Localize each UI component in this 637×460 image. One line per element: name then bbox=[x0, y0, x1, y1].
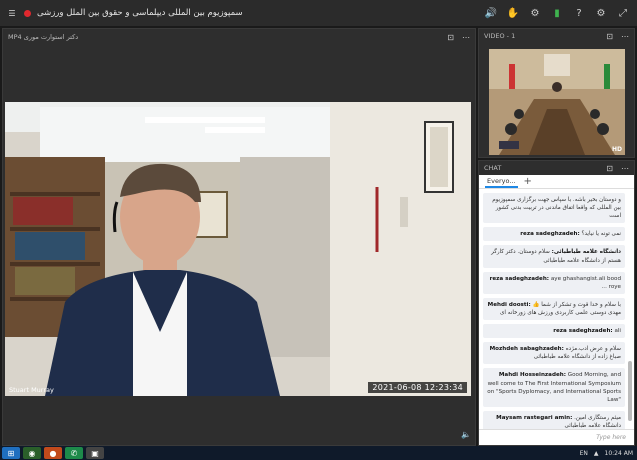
maximize-icon[interactable]: ⊡ bbox=[606, 164, 613, 173]
hand-raise-icon[interactable]: ✋ bbox=[507, 7, 519, 19]
chat-title: CHAT bbox=[484, 164, 502, 172]
more-options-icon[interactable]: ⋯ bbox=[462, 33, 470, 42]
windows-taskbar: ⊞ ◉ ● ✆ ▣ EN ▲ 10:24 AM bbox=[0, 446, 637, 460]
more-options-icon[interactable]: ⋯ bbox=[621, 32, 629, 41]
chat-header: CHAT ⊡ ⋯ bbox=[479, 161, 634, 175]
video-pod-header: VIDEO - 1 ⊡ ⋯ bbox=[479, 29, 634, 43]
conference-room-frame bbox=[489, 49, 625, 155]
tab-everyone[interactable]: Everyo... bbox=[485, 176, 518, 188]
message-sender: Mozhdeh sabaghzadeh: bbox=[489, 346, 564, 353]
presenter-video-frame bbox=[5, 102, 471, 396]
chrome-icon[interactable]: ◉ bbox=[23, 447, 41, 459]
chat-tabs: Everyo... + bbox=[479, 175, 634, 189]
message-text: میثم رستگاری امین. دانشگاه علامه طباطبائ… bbox=[564, 414, 621, 429]
app-icon[interactable]: ▣ bbox=[86, 447, 104, 459]
main-video-title: MP4 دکتر استوارت موری bbox=[8, 33, 79, 41]
message-text: ali bbox=[614, 328, 621, 335]
chat-message: و دوستان بخیر باشه. با سپاس جهت برگزاری … bbox=[483, 193, 625, 224]
message-sender: Maysam rastegari amin: bbox=[496, 414, 573, 421]
main-video-header: MP4 دکتر استوارت موری ⊡ ⋯ bbox=[3, 29, 475, 45]
chat-message: reza sadeghzadeh: aye ghashangist.ali bo… bbox=[483, 271, 625, 294]
menu-icon[interactable]: ☰ bbox=[6, 7, 18, 19]
signal-icon: ▮ bbox=[554, 7, 560, 19]
message-sender: reza sadeghzadeh: bbox=[553, 328, 613, 335]
clock[interactable]: 10:24 AM bbox=[605, 450, 633, 457]
whatsapp-icon[interactable]: ✆ bbox=[65, 447, 83, 459]
video-pod-title: VIDEO - 1 bbox=[484, 32, 516, 40]
chat-message: Mahdi Hosseinzadeh: Good Morning, and we… bbox=[483, 368, 625, 407]
volume-icon[interactable]: 🔈 bbox=[461, 430, 471, 439]
chat-message: Mehdi doosti: با سلام و خدا قوت و تشکر ا… bbox=[483, 297, 625, 321]
message-sender: Mahdi Hosseinzadeh: bbox=[498, 372, 566, 379]
meeting-toolbar: ☰ سمپوزیوم بین المللی دیپلماسی و حقوق بی… bbox=[0, 0, 637, 26]
message-text: نمی تونه یا نیاید؟ bbox=[581, 231, 621, 238]
message-text: aye ghashangist.ali bood ... roye bbox=[550, 275, 621, 290]
language-indicator[interactable]: EN bbox=[580, 450, 588, 457]
chat-scrollbar[interactable] bbox=[628, 361, 632, 421]
chat-message: Maysam rastegari amin: میثم رستگاری امین… bbox=[483, 410, 625, 429]
side-panels: VIDEO - 1 ⊡ ⋯ HD CHAT ⊡ ⋯ Everyo... + و … bbox=[478, 28, 635, 446]
settings-gear-icon[interactable]: ⚙ bbox=[595, 7, 607, 19]
fullscreen-icon[interactable]: ⤢ bbox=[617, 7, 629, 19]
chat-messages: و دوستان بخیر باشه. با سپاس جهت برگزاری … bbox=[479, 191, 629, 429]
message-sender: reza sadeghzadeh: bbox=[489, 275, 550, 282]
maximize-icon[interactable]: ⊡ bbox=[606, 32, 613, 41]
presenter-video: Stuart Murray 2021-06-08 12:23:34 bbox=[5, 102, 471, 396]
video-pod: VIDEO - 1 ⊡ ⋯ HD bbox=[478, 28, 635, 158]
settings-icon[interactable]: ⚙ bbox=[529, 7, 541, 19]
conference-room-video: HD bbox=[489, 49, 625, 155]
add-tab-icon[interactable]: + bbox=[524, 176, 532, 187]
chat-message: دانشگاه علامه طباطبائی: سلام دوستان. دکت… bbox=[483, 245, 625, 268]
hd-badge: HD bbox=[611, 146, 622, 153]
chat-message: reza sadeghzadeh: ali bbox=[483, 324, 625, 339]
firefox-icon[interactable]: ● bbox=[44, 447, 62, 459]
meeting-title: سمپوزیوم بین المللی دیپلماسی و حقوق بین … bbox=[37, 8, 243, 18]
speaker-name: Stuart Murray bbox=[9, 386, 54, 394]
main-video-panel: MP4 دکتر استوارت موری ⊡ ⋯ Stuart Murray … bbox=[2, 28, 476, 446]
message-sender: reza sadeghzadeh: bbox=[520, 231, 580, 238]
chat-message: reza sadeghzadeh: نمی تونه یا نیاید؟ bbox=[483, 227, 625, 242]
record-dot-icon bbox=[24, 9, 31, 17]
network-icon[interactable]: ▲ bbox=[594, 450, 599, 457]
volume-icon[interactable]: 🔊 bbox=[485, 7, 497, 19]
system-tray: EN ▲ 10:24 AM bbox=[580, 450, 637, 457]
video-timestamp: 2021-06-08 12:23:34 bbox=[368, 382, 467, 393]
start-button[interactable]: ⊞ bbox=[2, 447, 20, 459]
help-icon[interactable]: ? bbox=[573, 7, 585, 19]
chat-input[interactable]: Type here bbox=[479, 429, 634, 445]
more-options-icon[interactable]: ⋯ bbox=[621, 164, 629, 173]
chat-input-placeholder: Type here bbox=[596, 434, 626, 441]
message-sender: Mehdi doosti: bbox=[487, 301, 531, 308]
message-text: و دوستان بخیر باشه. با سپاس جهت برگزاری … bbox=[492, 197, 621, 220]
message-sender: دانشگاه علامه طباطبائی: bbox=[551, 249, 621, 256]
chat-message: Mozhdeh sabaghzadeh: سلام و عرض ادب.مژده… bbox=[483, 342, 625, 365]
chat-pod: CHAT ⊡ ⋯ Everyo... + و دوستان بخیر باشه.… bbox=[478, 160, 635, 446]
maximize-icon[interactable]: ⊡ bbox=[447, 33, 454, 42]
